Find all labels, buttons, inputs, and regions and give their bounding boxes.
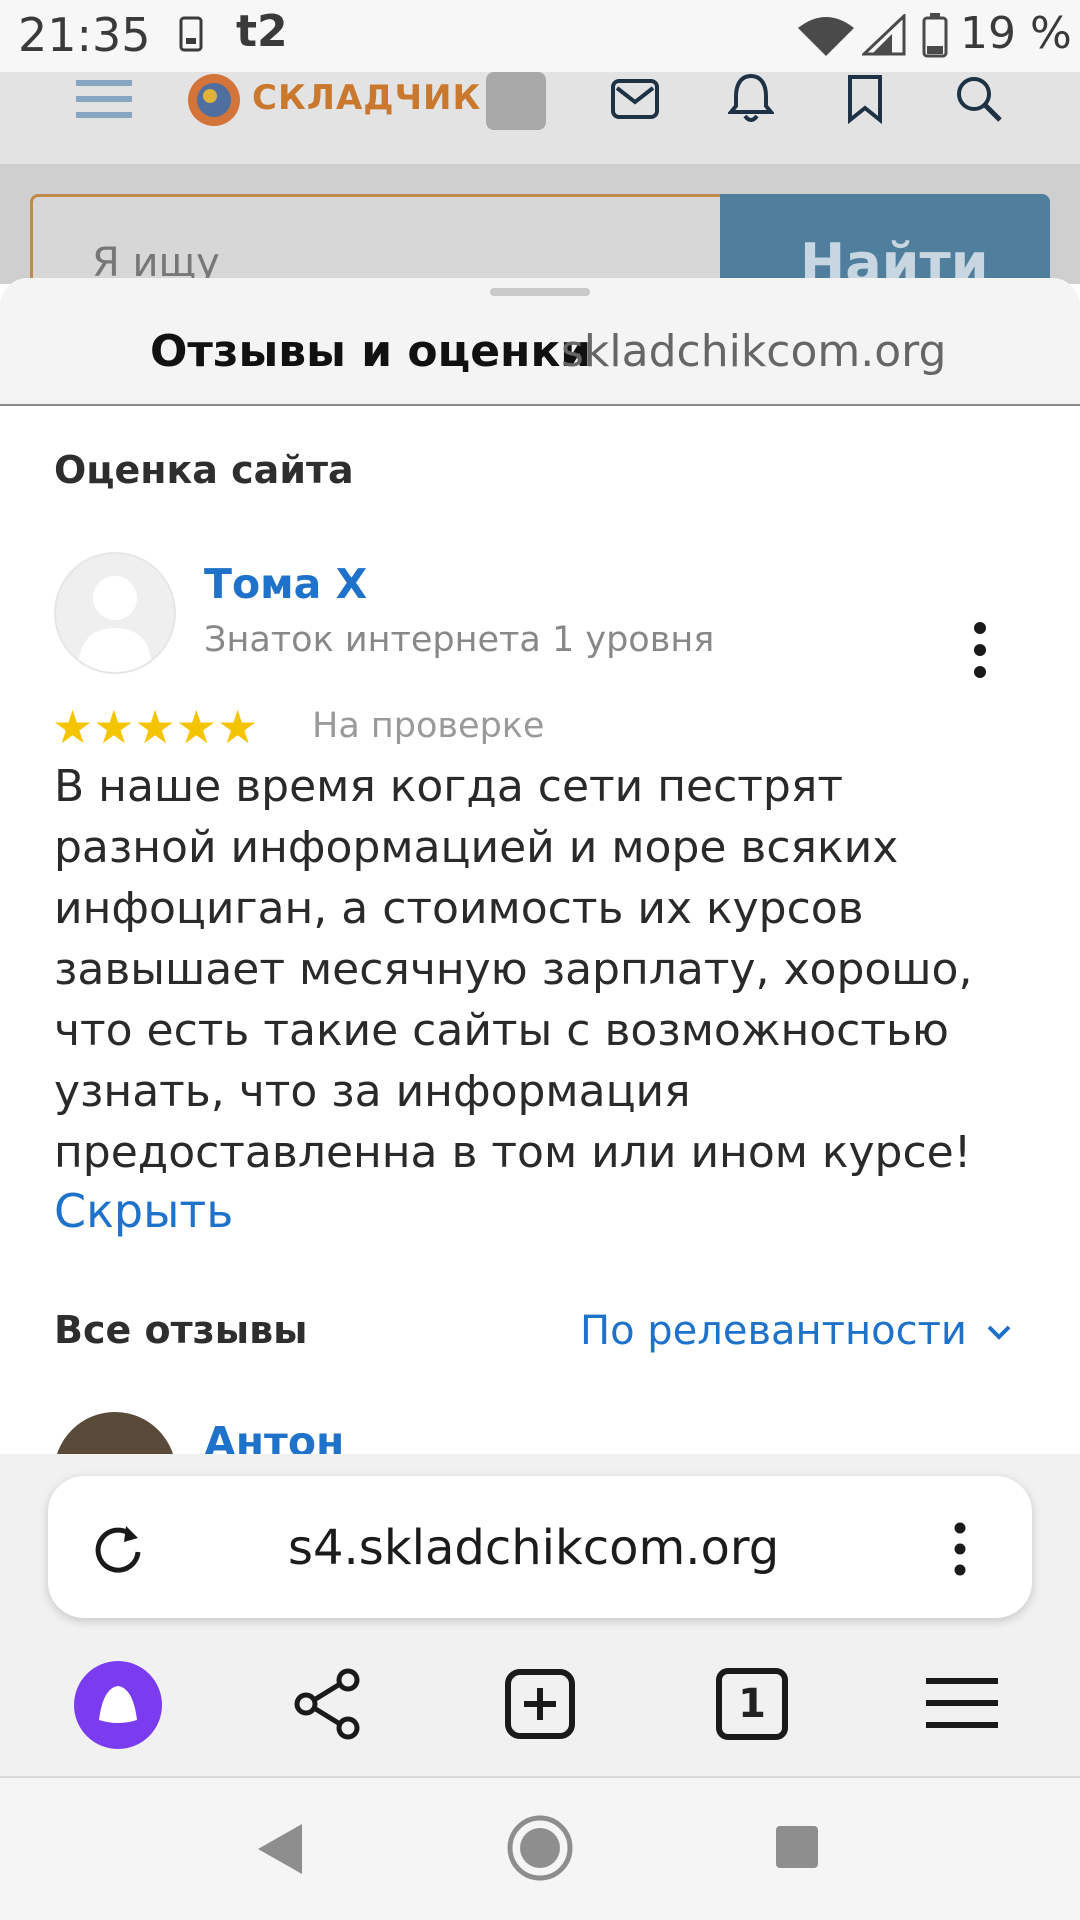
reload-icon[interactable]	[94, 1520, 146, 1576]
site-logo-text[interactable]: СКЛАДЧИК	[252, 78, 481, 118]
chevron-down-icon[interactable]	[986, 1324, 1012, 1342]
bookmark-icon[interactable]	[846, 74, 884, 124]
tab-count: 1	[738, 1681, 766, 1727]
back-icon[interactable]	[256, 1822, 304, 1876]
search-icon[interactable]	[954, 74, 1004, 124]
browser-menu-icon[interactable]	[926, 1676, 998, 1730]
recent-apps-icon[interactable]	[774, 1824, 820, 1870]
moderation-status: На проверке	[312, 706, 545, 746]
status-bar	[0, 0, 1080, 72]
next-review-author[interactable]: Антон	[204, 1418, 344, 1454]
next-review-avatar[interactable]	[54, 1412, 176, 1454]
status-time: 21:35	[18, 8, 151, 62]
sort-dropdown[interactable]: По релевантности	[580, 1308, 967, 1354]
review-text: В наше время когда сети пестрят разной и…	[54, 761, 973, 1178]
all-reviews-title: Все отзывы	[54, 1308, 308, 1352]
hamburger-menu-icon[interactable]	[76, 74, 132, 124]
signal-icon	[862, 14, 906, 56]
phone-icon	[179, 16, 203, 52]
wifi-icon	[798, 17, 854, 56]
battery-percent: 19 %	[960, 8, 1072, 59]
browser-more-icon[interactable]	[948, 1520, 972, 1578]
mail-icon[interactable]	[610, 78, 660, 120]
alice-assistant-icon[interactable]	[73, 1660, 163, 1750]
sheet-domain: skladchikcom.org	[561, 326, 947, 377]
site-logo-icon[interactable]	[186, 72, 242, 128]
reviews-sheet: Отзывы и оценки skladchikcom.org Оценка …	[0, 278, 1080, 1454]
tabs-button[interactable]: 1	[716, 1668, 788, 1740]
carrier-label: t2	[236, 6, 288, 57]
url-text[interactable]: s4.skladchikcom.org	[288, 1520, 779, 1576]
rating-stars: ★★★★★	[52, 700, 259, 754]
hide-review-link[interactable]: Скрыть	[54, 1184, 233, 1238]
sheet-title: Отзывы и оценки	[150, 326, 592, 377]
rating-section-title: Оценка сайта	[54, 448, 354, 492]
review-author[interactable]: Тома Х	[204, 560, 367, 608]
sheet-drag-handle[interactable]	[490, 288, 590, 296]
battery-icon	[922, 13, 948, 58]
home-icon[interactable]	[506, 1814, 574, 1882]
new-tab-icon[interactable]	[504, 1668, 576, 1740]
avatar[interactable]	[54, 552, 176, 674]
user-avatar-icon[interactable]	[486, 72, 546, 130]
author-level: Знаток интернета 1 уровня	[204, 620, 715, 660]
default-avatar-icon	[78, 576, 152, 672]
share-icon[interactable]	[292, 1668, 364, 1740]
more-options-icon[interactable]	[968, 620, 992, 680]
bell-icon[interactable]	[728, 72, 774, 124]
